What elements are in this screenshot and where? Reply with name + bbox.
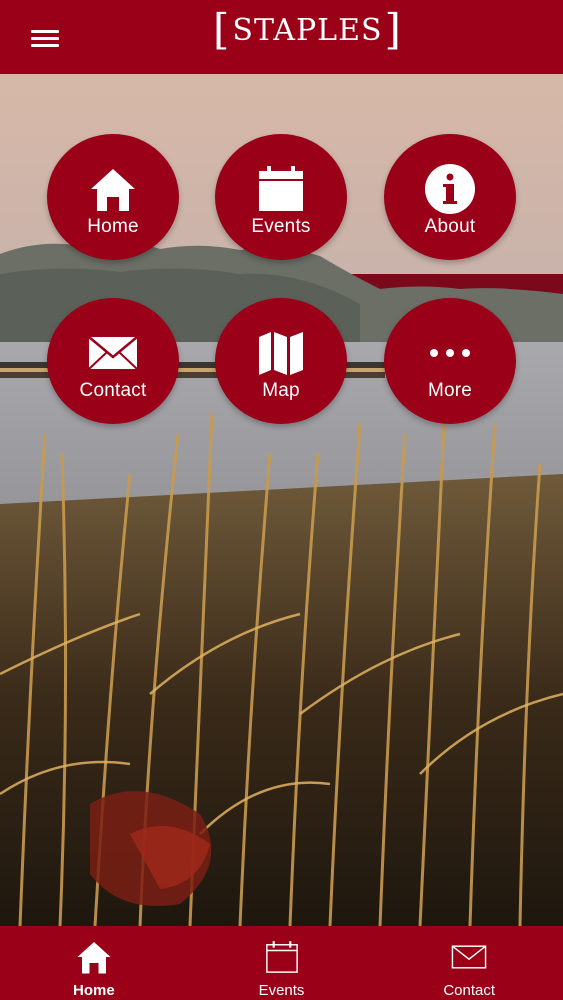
hamburger-menu-icon[interactable] bbox=[26, 24, 64, 54]
tab-label: Events bbox=[258, 982, 305, 999]
envelope-icon bbox=[88, 328, 138, 378]
tile-map[interactable]: Map bbox=[215, 298, 347, 424]
tile-home[interactable]: Home bbox=[47, 134, 179, 260]
calendar-icon bbox=[256, 164, 306, 214]
logo-text: STAPLES bbox=[232, 12, 383, 48]
tab-label: Home bbox=[72, 982, 115, 999]
tile-label: Events bbox=[251, 216, 311, 237]
bottom-tab-bar: Home Events Contact bbox=[0, 926, 563, 1000]
tile-label: Map bbox=[262, 380, 300, 401]
home-icon bbox=[89, 164, 137, 214]
tab-home[interactable]: Home bbox=[0, 926, 188, 1000]
tab-label: Contact bbox=[443, 982, 496, 999]
more-dots-icon bbox=[426, 328, 474, 378]
tab-events[interactable]: Events bbox=[188, 926, 376, 1000]
home-icon bbox=[76, 938, 112, 976]
tile-label: About bbox=[424, 216, 476, 237]
tile-about[interactable]: About bbox=[384, 134, 516, 260]
tab-contact[interactable]: Contact bbox=[375, 926, 563, 1000]
tile-label: Contact bbox=[79, 380, 147, 401]
calendar-icon bbox=[264, 938, 300, 976]
tile-label: More bbox=[427, 380, 473, 401]
top-app-bar: [STAPLES] bbox=[0, 0, 563, 74]
envelope-icon bbox=[451, 938, 487, 976]
info-icon bbox=[424, 164, 476, 214]
tile-events[interactable]: Events bbox=[215, 134, 347, 260]
map-icon bbox=[257, 328, 305, 378]
tile-label: Home bbox=[87, 216, 139, 237]
app-logo: [STAPLES] bbox=[213, 5, 402, 54]
tile-more[interactable]: More bbox=[384, 298, 516, 424]
tile-contact[interactable]: Contact bbox=[47, 298, 179, 424]
